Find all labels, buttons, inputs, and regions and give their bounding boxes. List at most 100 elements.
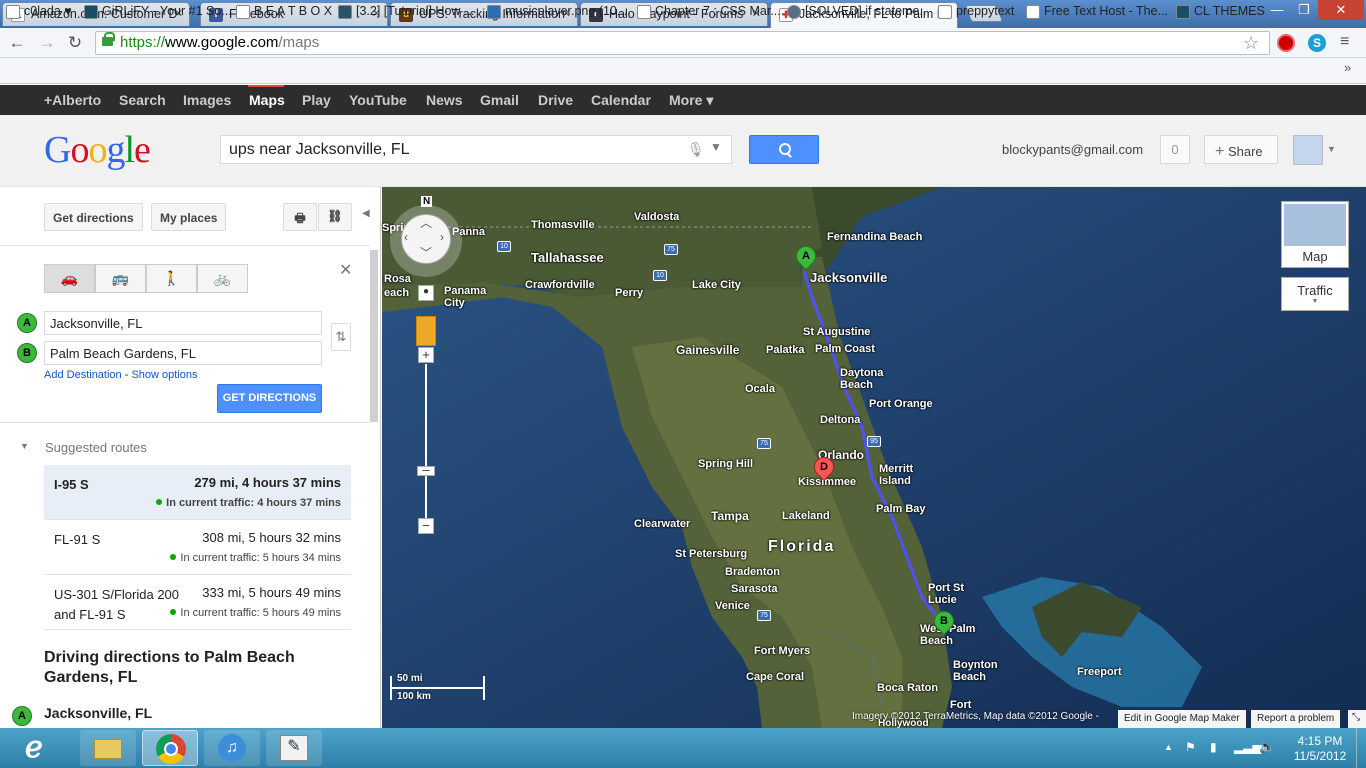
forward-arrow-icon[interactable]: → [36, 33, 58, 53]
destination-input[interactable]: Palm Beach Gardens, FL [44, 341, 322, 365]
gbar-gmail-link[interactable]: Gmail [480, 92, 519, 108]
tray-expand-icon[interactable]: ▲ [1164, 742, 1173, 752]
chevron-down-icon[interactable]: ▼ [1327, 144, 1336, 154]
link-icon[interactable]: ⛓ [318, 203, 352, 231]
microphone-icon[interactable]: 🎙 [687, 141, 705, 158]
bookmark-item[interactable]: c0lada ♥ [6, 4, 72, 19]
bookmark-item[interactable]: preppytext [938, 4, 1014, 19]
chevron-right-icon[interactable]: › [440, 230, 444, 244]
target-icon[interactable]: ● [418, 285, 434, 301]
route-option[interactable]: US-301 S/Florida 200 and FL-91 S 333 mi, … [44, 575, 351, 630]
gbar-more-link[interactable]: More ▾ [669, 92, 713, 109]
gbar-maps-link[interactable]: Maps [249, 92, 285, 108]
chrome-center [164, 742, 178, 756]
bookmarks-overflow-icon[interactable]: » [1344, 60, 1351, 75]
volume-icon[interactable]: 🔈 [1259, 739, 1275, 755]
paint-icon[interactable]: ✎ [266, 730, 322, 766]
gbar-drive-link[interactable]: Drive [538, 92, 573, 108]
pegman-icon[interactable] [416, 316, 436, 346]
share-button[interactable]: + Share [1204, 135, 1278, 164]
chevron-down-icon[interactable]: ﹀ [420, 244, 432, 261]
avatar[interactable] [1293, 135, 1323, 165]
ie-icon[interactable]: ℯ [25, 729, 65, 767]
system-clock[interactable]: 4:15 PM 11/5/2012 [1290, 734, 1350, 764]
explorer-icon[interactable] [80, 730, 136, 766]
car-mode-icon[interactable]: 🚗 [44, 264, 95, 293]
my-places-tab[interactable]: My places [151, 203, 227, 231]
get-directions-tab[interactable]: Get directions [44, 203, 143, 231]
show-desktop-button[interactable] [1356, 728, 1366, 768]
flag-icon[interactable]: ⚑ [1185, 740, 1196, 754]
chevron-left-icon[interactable]: ‹ [404, 230, 408, 244]
expand-icon[interactable]: ⤡ [1348, 710, 1366, 728]
get-directions-button[interactable]: GET DIRECTIONS [217, 384, 322, 413]
network-icon[interactable]: ▂▃▅ [1234, 740, 1262, 754]
zoom-slider-track[interactable] [425, 364, 427, 518]
maximize-icon[interactable]: ❐ [1292, 0, 1316, 20]
chevron-up-icon[interactable]: ︿ [420, 214, 432, 231]
print-icon[interactable]: 🖶 [283, 203, 317, 231]
gbar-images-link[interactable]: Images [183, 92, 231, 108]
chevron-down-icon[interactable]: ▼ [710, 140, 722, 154]
bookmark-label: Free Text Host - The... [1044, 4, 1168, 18]
bookmark-item[interactable]: Free Text Host - The... [1026, 4, 1168, 19]
back-arrow-icon[interactable]: ← [6, 33, 28, 53]
bookmark-item[interactable]: GiRLiFY - Your #1 So... [84, 4, 232, 19]
gbar-calendar-link[interactable]: Calendar [591, 92, 651, 108]
route-option[interactable]: FL-91 S 308 mi, 5 hours 32 mins In current… [44, 520, 351, 575]
gbar-play-link[interactable]: Play [302, 92, 331, 108]
bookmark-item[interactable]: Chapter 7 : CSS Mar... [637, 4, 781, 19]
map-type-button[interactable]: Map [1281, 201, 1349, 268]
map-canvas[interactable] [382, 187, 1366, 728]
notification-count[interactable]: 0 [1160, 135, 1190, 164]
map-label: Valdosta [634, 211, 680, 223]
gbar-youtube-link[interactable]: YouTube [349, 92, 407, 108]
route-name: US-301 S/Florida 200 and FL-91 S [54, 587, 180, 622]
selected-indicator [248, 85, 284, 87]
origin-input[interactable]: Jacksonville, FL [44, 311, 322, 335]
address-bar[interactable]: https://www.google.com/maps [95, 31, 1270, 55]
user-email[interactable]: blockypants@gmail.com [1002, 142, 1143, 157]
bookmark-item[interactable]: CL THEMES [1176, 4, 1265, 19]
star-icon[interactable]: ☆ [1243, 33, 1259, 54]
adblock-icon[interactable] [1277, 34, 1295, 52]
google-logo[interactable]: Google [44, 128, 151, 172]
itunes-icon[interactable]: ♫ [204, 730, 260, 766]
reload-icon[interactable]: ↻ [64, 33, 86, 53]
close-icon[interactable]: ✕ [339, 260, 352, 280]
chevron-down-icon[interactable]: ▼ [20, 441, 29, 451]
search-button[interactable] [749, 135, 819, 164]
collapse-panel-icon[interactable]: ◀ [362, 208, 370, 219]
bookmark-item[interactable]: B E A T B O X [236, 4, 332, 19]
menu-icon[interactable]: ≡ [1340, 33, 1349, 51]
bookmark-item[interactable]: [SOLVED] if stateme... [787, 4, 930, 19]
gbar-profile-link[interactable]: +Alberto [44, 92, 101, 108]
bookmark-icon [338, 5, 352, 19]
minimize-icon[interactable]: — [1262, 0, 1292, 20]
walking-mode-icon[interactable]: 🚶 [146, 264, 197, 293]
chevron-down-icon: ▼ [1311, 298, 1319, 305]
bicycle-mode-icon[interactable]: 🚲 [197, 264, 248, 293]
skype-icon[interactable]: S [1308, 34, 1326, 52]
zoom-slider-handle[interactable]: – [417, 463, 435, 476]
report-problem-link[interactable]: Report a problem [1251, 710, 1341, 728]
battery-icon[interactable]: ▮ [1210, 740, 1217, 754]
gbar-news-link[interactable]: News [426, 92, 463, 108]
search-input[interactable]: ups near Jacksonville, FL 🎙 ▼ [220, 135, 732, 164]
chrome-icon[interactable] [142, 730, 198, 766]
show-options-link[interactable]: Show options [131, 369, 197, 381]
add-destination-link[interactable]: Add Destination [44, 369, 122, 381]
transit-mode-icon[interactable]: 🚌 [95, 264, 146, 293]
swap-icon[interactable]: ⇅ [331, 323, 351, 351]
bookmark-item[interactable]: musicplayer.png (10... [487, 4, 627, 19]
bookmark-item[interactable]: [3.2] [Tutorial] How ... [338, 4, 474, 19]
edit-map-link[interactable]: Edit in Google Map Maker [1118, 710, 1246, 728]
gbar-search-link[interactable]: Search [119, 92, 166, 108]
zoom-in-icon[interactable]: + [418, 347, 434, 363]
scrollbar[interactable] [370, 250, 378, 422]
zoom-out-icon[interactable]: − [418, 518, 434, 534]
window-close-icon[interactable]: ✕ [1318, 0, 1364, 20]
route-option[interactable]: I-95 S 279 mi, 4 hours 37 mins In current … [44, 465, 351, 520]
map-label: St Petersburg [675, 548, 748, 560]
traffic-button[interactable]: Traffic ▼ [1281, 277, 1349, 311]
